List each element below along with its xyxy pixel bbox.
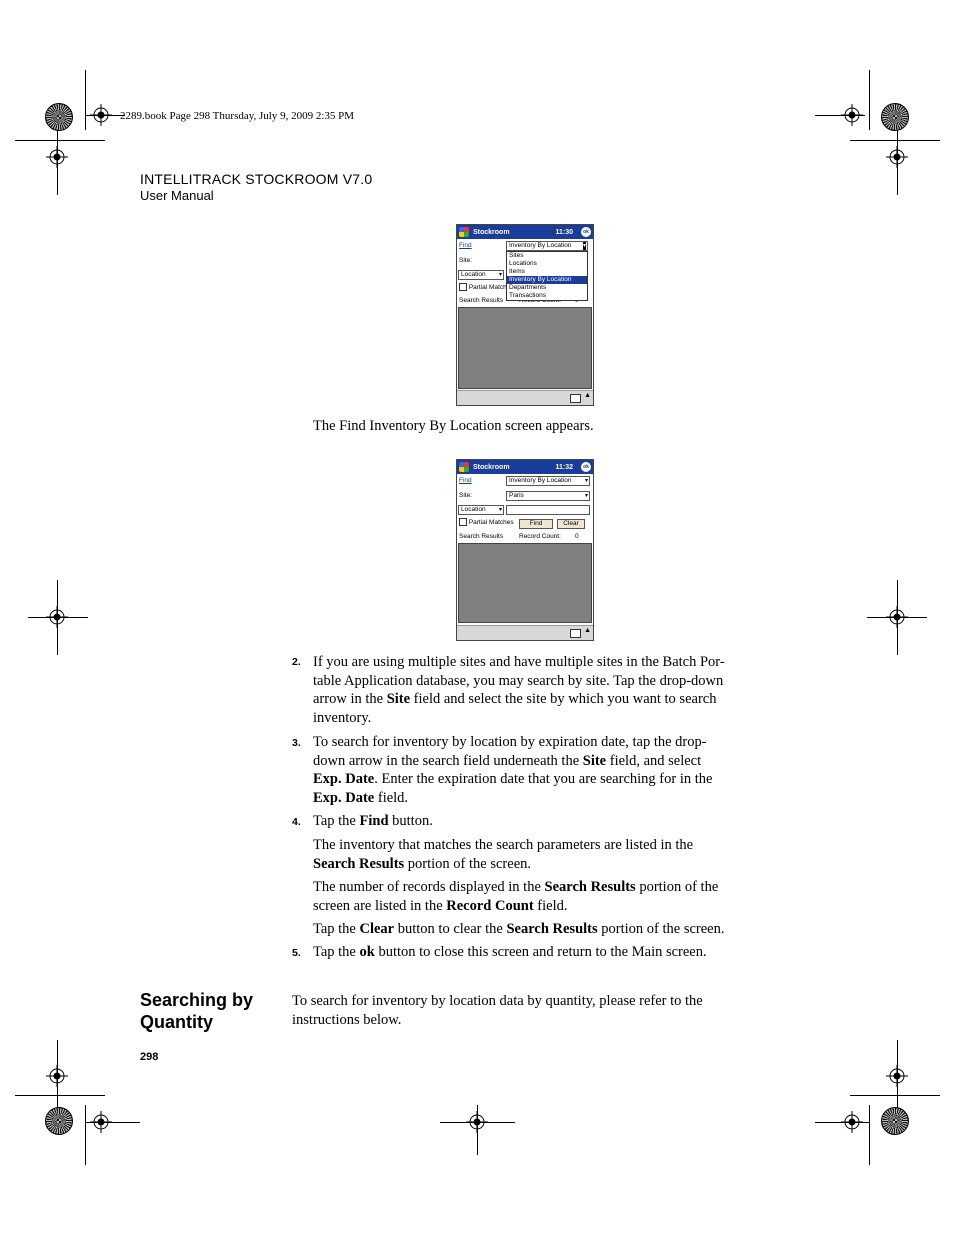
pda-app-title: Stockroom bbox=[473, 463, 510, 471]
dropdown-item[interactable]: Items bbox=[507, 268, 587, 276]
step-number: 3. bbox=[292, 737, 301, 749]
search-results-grid[interactable] bbox=[458, 307, 592, 389]
pda-title-bar: Stockroom 11:30 ok bbox=[457, 225, 593, 239]
running-title: INTELLITRACK STOCKROOM V7.0 bbox=[140, 171, 373, 187]
color-target-icon bbox=[881, 1107, 909, 1135]
step-number: 5. bbox=[292, 947, 301, 959]
dropdown-item-selected[interactable]: Inventory By Location bbox=[507, 276, 587, 284]
registration-mark-icon bbox=[886, 146, 908, 168]
color-target-icon bbox=[45, 103, 73, 131]
location-select[interactable]: Location ▾ bbox=[458, 505, 504, 515]
pda-screen-find-dropdown: Stockroom 11:30 ok Find Inventory By Loc… bbox=[456, 224, 594, 406]
step-detail: Tap the Clear button to clear the Search… bbox=[313, 921, 725, 937]
partial-matches-label: Partial Matches bbox=[468, 519, 514, 526]
section-text: To search for inventory by location data… bbox=[292, 993, 703, 1028]
windows-start-icon[interactable] bbox=[459, 227, 469, 237]
dropdown-item[interactable]: Sites bbox=[507, 252, 587, 260]
site-label: Site: bbox=[459, 257, 473, 264]
site-select-value: Paris bbox=[509, 492, 524, 499]
pda-menu-bar: ▲ bbox=[457, 390, 593, 405]
chevron-down-icon[interactable]: ▾ bbox=[585, 492, 588, 500]
step-text: Tap the Find button. bbox=[313, 813, 433, 829]
book-info-line: 2289.book Page 298 Thursday, July 9, 200… bbox=[120, 110, 355, 122]
search-results-grid[interactable] bbox=[458, 543, 592, 623]
search-results-label: Search Results bbox=[459, 297, 504, 304]
location-input[interactable] bbox=[506, 505, 590, 515]
registration-mark-icon bbox=[46, 1065, 68, 1087]
find-label: Find bbox=[459, 477, 472, 484]
dropdown-item[interactable]: Locations bbox=[507, 260, 587, 268]
find-dropdown-list[interactable]: Sites Locations Items Inventory By Locat… bbox=[506, 251, 588, 301]
keyboard-icon[interactable] bbox=[570, 629, 581, 638]
pda-menu-bar: ▲ bbox=[457, 625, 593, 640]
find-select-value: Inventory By Location bbox=[509, 477, 572, 484]
find-select[interactable]: Inventory By Location ▾ bbox=[506, 476, 590, 486]
chevron-up-icon[interactable]: ▲ bbox=[584, 627, 591, 634]
partial-matches-checkbox[interactable] bbox=[459, 518, 467, 527]
clear-button[interactable]: Clear bbox=[557, 519, 585, 529]
chevron-down-icon[interactable]: ▾ bbox=[585, 477, 588, 485]
find-select[interactable]: Inventory By Location ▾ bbox=[506, 241, 588, 251]
step-detail: The number of records displayed in the S… bbox=[313, 879, 719, 914]
chevron-down-icon[interactable]: ▾ bbox=[582, 242, 586, 250]
registration-mark-icon bbox=[90, 104, 112, 126]
record-count-value: 0 bbox=[575, 533, 579, 540]
windows-start-icon[interactable] bbox=[459, 462, 469, 472]
chevron-up-icon[interactable]: ▲ bbox=[584, 392, 591, 399]
step-text: If you are using multiple sites and have… bbox=[313, 654, 725, 726]
find-select-value: Inventory By Location bbox=[509, 242, 572, 249]
section-heading: Searching by Quantity bbox=[140, 990, 254, 1032]
site-select[interactable]: Paris ▾ bbox=[506, 491, 590, 501]
pda-title-bar: Stockroom 11:32 ok bbox=[457, 460, 593, 474]
pda-screen-find-paris: Stockroom 11:32 ok Find Inventory By Loc… bbox=[456, 459, 594, 641]
running-subtitle: User Manual bbox=[140, 188, 214, 203]
ok-button[interactable]: ok bbox=[581, 462, 591, 472]
color-target-icon bbox=[881, 103, 909, 131]
registration-mark-icon bbox=[886, 606, 908, 628]
pda-app-title: Stockroom bbox=[473, 228, 510, 236]
registration-mark-icon bbox=[841, 1111, 863, 1133]
find-button[interactable]: Find bbox=[519, 519, 553, 529]
page-number: 298 bbox=[140, 1051, 159, 1063]
partial-match-label: Partial Match bbox=[468, 284, 507, 291]
pda-clock: 11:32 bbox=[555, 463, 573, 471]
registration-mark-icon bbox=[841, 104, 863, 126]
location-select[interactable]: Location ▾ bbox=[458, 270, 504, 280]
keyboard-icon[interactable] bbox=[570, 394, 581, 403]
search-results-label: Search Results bbox=[459, 533, 504, 540]
dropdown-item[interactable]: Departments bbox=[507, 284, 587, 292]
step-text: Tap the ok button to close this screen a… bbox=[313, 944, 707, 960]
partial-match-row[interactable]: Partial Match bbox=[459, 283, 507, 293]
registration-mark-icon bbox=[886, 1065, 908, 1087]
pda-clock: 11:30 bbox=[555, 228, 573, 236]
site-label: Site: bbox=[459, 492, 473, 499]
find-label: Find bbox=[459, 242, 472, 249]
step-number: 2. bbox=[292, 656, 301, 668]
partial-matches-row[interactable]: Partial Matches bbox=[459, 518, 514, 528]
step-number: 4. bbox=[292, 816, 301, 828]
record-count-label: Record Count: bbox=[519, 533, 561, 540]
color-target-icon bbox=[45, 1107, 73, 1135]
step-text: To search for inventory by location by e… bbox=[313, 734, 713, 806]
chevron-down-icon[interactable]: ▾ bbox=[499, 506, 502, 514]
registration-mark-icon bbox=[466, 1111, 488, 1133]
registration-mark-icon bbox=[46, 606, 68, 628]
registration-mark-icon bbox=[90, 1111, 112, 1133]
ok-button[interactable]: ok bbox=[581, 227, 591, 237]
step-detail: The inventory that matches the search pa… bbox=[313, 837, 694, 872]
location-select-value: Location bbox=[461, 271, 486, 278]
caption-find-screen: The Find Inventory By Location screen ap… bbox=[313, 418, 594, 434]
registration-mark-icon bbox=[46, 146, 68, 168]
chevron-down-icon[interactable]: ▾ bbox=[499, 271, 502, 279]
partial-match-checkbox[interactable] bbox=[459, 283, 467, 292]
dropdown-item[interactable]: Transactions bbox=[507, 292, 587, 300]
location-select-value: Location bbox=[461, 506, 486, 513]
